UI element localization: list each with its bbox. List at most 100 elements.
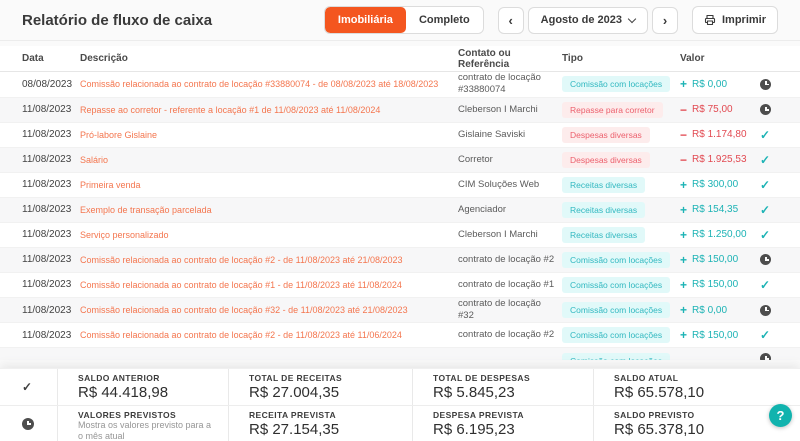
stat-label: SALDO ATUAL (614, 373, 800, 383)
transaction-type-badge: Comissão com locações (562, 277, 670, 293)
value-sign: + (680, 329, 687, 341)
table-row[interactable]: 11/08/2023 Comissão relacionada ao contr… (0, 248, 800, 273)
table-row[interactable]: 11/08/2023 Pró-labore Gislaine Gislaine … (0, 123, 800, 148)
transaction-type-badge: Comissão com locações (562, 327, 670, 343)
table-header-row: Data Descrição Contato ou Referência Tip… (0, 46, 800, 72)
pending-clock-icon[interactable] (760, 305, 771, 316)
forecast-title: VALORES PREVISTOS (78, 410, 228, 420)
transaction-contact: Cleberson I Marchi (458, 229, 562, 241)
table-row[interactable]: 11/08/2023 Serviço personalizado Clebers… (0, 223, 800, 248)
paid-check-icon[interactable] (760, 203, 770, 217)
transaction-type-badge: Comissão com locações (562, 302, 670, 318)
summary-stat: SALDO ATUAL R$ 65.578,10 (593, 369, 800, 405)
pending-clock-icon[interactable] (760, 79, 771, 90)
value-amount: R$ 1.250,00 (692, 229, 747, 240)
paid-check-icon[interactable] (760, 153, 770, 167)
transaction-value: + R$ 0,00 (680, 304, 756, 316)
transaction-description-link[interactable]: Salário (80, 155, 458, 165)
stat-value: R$ 6.195,23 (433, 421, 593, 438)
chevron-left-icon: ‹ (509, 13, 513, 28)
paid-check-icon[interactable] (760, 228, 770, 242)
print-button[interactable]: Imprimir (692, 6, 778, 34)
pending-clock-icon[interactable] (760, 104, 771, 115)
transaction-description-link[interactable]: Comissão relacionada ao contrato de loca… (80, 305, 458, 315)
transaction-date: 11/08/2023 (22, 305, 80, 316)
transaction-date: 11/08/2023 (22, 154, 80, 165)
table-row[interactable]: 11/08/2023 Exemplo de transação parcelad… (0, 198, 800, 223)
value-amount: R$ 300,00 (692, 179, 738, 190)
help-button[interactable]: ? (769, 404, 792, 427)
view-toggle-button[interactable]: Completo (406, 7, 483, 33)
transaction-contact: contrato de locação #1 (458, 279, 562, 291)
value-amount: R$ 1.925,53 (692, 154, 747, 165)
paid-check-icon[interactable] (760, 128, 770, 142)
view-toggle-button[interactable]: Imobiliária (325, 7, 406, 33)
summary-row-actual: SALDO ANTERIOR R$ 44.418,98 TOTAL DE REC… (0, 369, 800, 405)
summary-stats-forecast: RECEITA PREVISTA R$ 27.154,35 DESPESA PR… (228, 406, 800, 441)
month-label: Agosto de 2023 (541, 14, 622, 26)
table-row[interactable]: 11/08/2023 Primeira venda CIM Soluções W… (0, 173, 800, 198)
pending-clock-icon[interactable] (760, 353, 771, 360)
transaction-contact: Corretor (458, 154, 562, 166)
transaction-type-badge: Receitas diversas (562, 227, 645, 243)
forecast-clock-icon (22, 418, 34, 430)
pending-clock-icon[interactable] (760, 254, 771, 265)
transaction-value: + R$ 150,00 (680, 279, 756, 291)
table-row[interactable]: 11/08/2023 Comissão relacionada ao contr… (0, 273, 800, 298)
table-row[interactable]: 11/08/2023 Repasse ao corretor - referen… (0, 98, 800, 123)
summary-stat: TOTAL DE RECEITAS R$ 27.004,35 (228, 369, 412, 405)
paid-check-icon[interactable] (760, 178, 770, 192)
transaction-value: + R$ 154,35 (680, 204, 756, 216)
transaction-contact: Gislaine Saviski (458, 129, 562, 141)
value-amount: R$ 1.174,80 (692, 129, 747, 140)
transaction-contact: contrato de locação #33880074 (458, 72, 562, 97)
month-navigation: ‹ Agosto de 2023 › (498, 7, 678, 34)
stat-label: TOTAL DE RECEITAS (249, 373, 412, 383)
transaction-description-link[interactable]: Comissão relacionada ao contrato de loca… (80, 280, 458, 290)
stat-label: SALDO ANTERIOR (78, 373, 228, 383)
transaction-description-link[interactable]: Serviço personalizado (80, 230, 458, 240)
stat-label: DESPESA PREVISTA (433, 410, 593, 420)
table-row[interactable]: 08/08/2023 Comissão relacionada ao contr… (0, 72, 800, 98)
transaction-contact: contrato de locação #2 (458, 254, 562, 266)
transaction-value: + R$ 150,00 (680, 254, 756, 266)
transaction-type-badge: Receitas diversas (562, 177, 645, 193)
next-month-button[interactable]: › (652, 7, 678, 34)
stat-value: R$ 27.154,35 (249, 421, 412, 438)
column-header-tipo: Tipo (562, 53, 680, 64)
transaction-description-link[interactable]: Comissão relacionada ao contrato de loca… (80, 79, 458, 89)
summary-stat: RECEITA PREVISTA R$ 27.154,35 (228, 406, 412, 441)
transaction-date: 11/08/2023 (22, 204, 80, 215)
value-amount: R$ 154,35 (692, 204, 738, 215)
transaction-type-badge: Receitas diversas (562, 202, 645, 218)
chevron-right-icon: › (663, 13, 667, 28)
paid-check-icon[interactable] (760, 278, 770, 292)
summary-stats-actual: SALDO ANTERIOR R$ 44.418,98 TOTAL DE REC… (57, 369, 800, 405)
table-row[interactable]: 11/08/2023 Comissão relacionada ao contr… (0, 298, 800, 324)
paid-check-icon[interactable] (760, 328, 770, 342)
transaction-description-link[interactable]: Comissão relacionada ao contrato de loca… (80, 255, 458, 265)
table-row[interactable]: 11/08/2023 Comissão relacionada ao contr… (0, 323, 800, 348)
transaction-date: 11/08/2023 (22, 279, 80, 290)
transaction-description-link[interactable]: Repasse ao corretor - referente a locaçã… (80, 105, 458, 115)
transaction-value: + R$ 0,00 (680, 78, 756, 90)
table-row[interactable]: 11/08/2023 Salário Corretor Despesas div… (0, 148, 800, 173)
value-amount: R$ 150,00 (692, 330, 738, 341)
transaction-date: 08/08/2023 (22, 79, 80, 90)
transaction-description-link[interactable]: Primeira venda (80, 180, 458, 190)
transaction-description-link[interactable]: Exemplo de transação parcelada (80, 205, 458, 215)
transaction-description-link[interactable]: Comissão relacionada ao contrato de loca… (80, 330, 458, 340)
transaction-contact: Cleberson I Marchi (458, 104, 562, 116)
transaction-type-badge: Comissão com locações (562, 252, 670, 268)
summary-stat: DESPESA PREVISTA R$ 6.195,23 (412, 406, 593, 441)
stat-value: R$ 5.845,23 (433, 384, 593, 401)
value-sign: − (680, 154, 687, 166)
month-selector[interactable]: Agosto de 2023 (528, 7, 648, 34)
value-sign: + (680, 179, 687, 191)
transaction-description-link[interactable]: Pró-labore Gislaine (80, 130, 458, 140)
previous-month-button[interactable]: ‹ (498, 7, 524, 34)
transaction-value: + R$ 150,00 (680, 329, 756, 341)
transaction-value: − R$ 75,00 (680, 104, 756, 116)
summary-row-forecast: VALORES PREVISTOS Mostra os valores prev… (0, 405, 800, 441)
table-row[interactable]: Comissão com locações (0, 348, 800, 360)
